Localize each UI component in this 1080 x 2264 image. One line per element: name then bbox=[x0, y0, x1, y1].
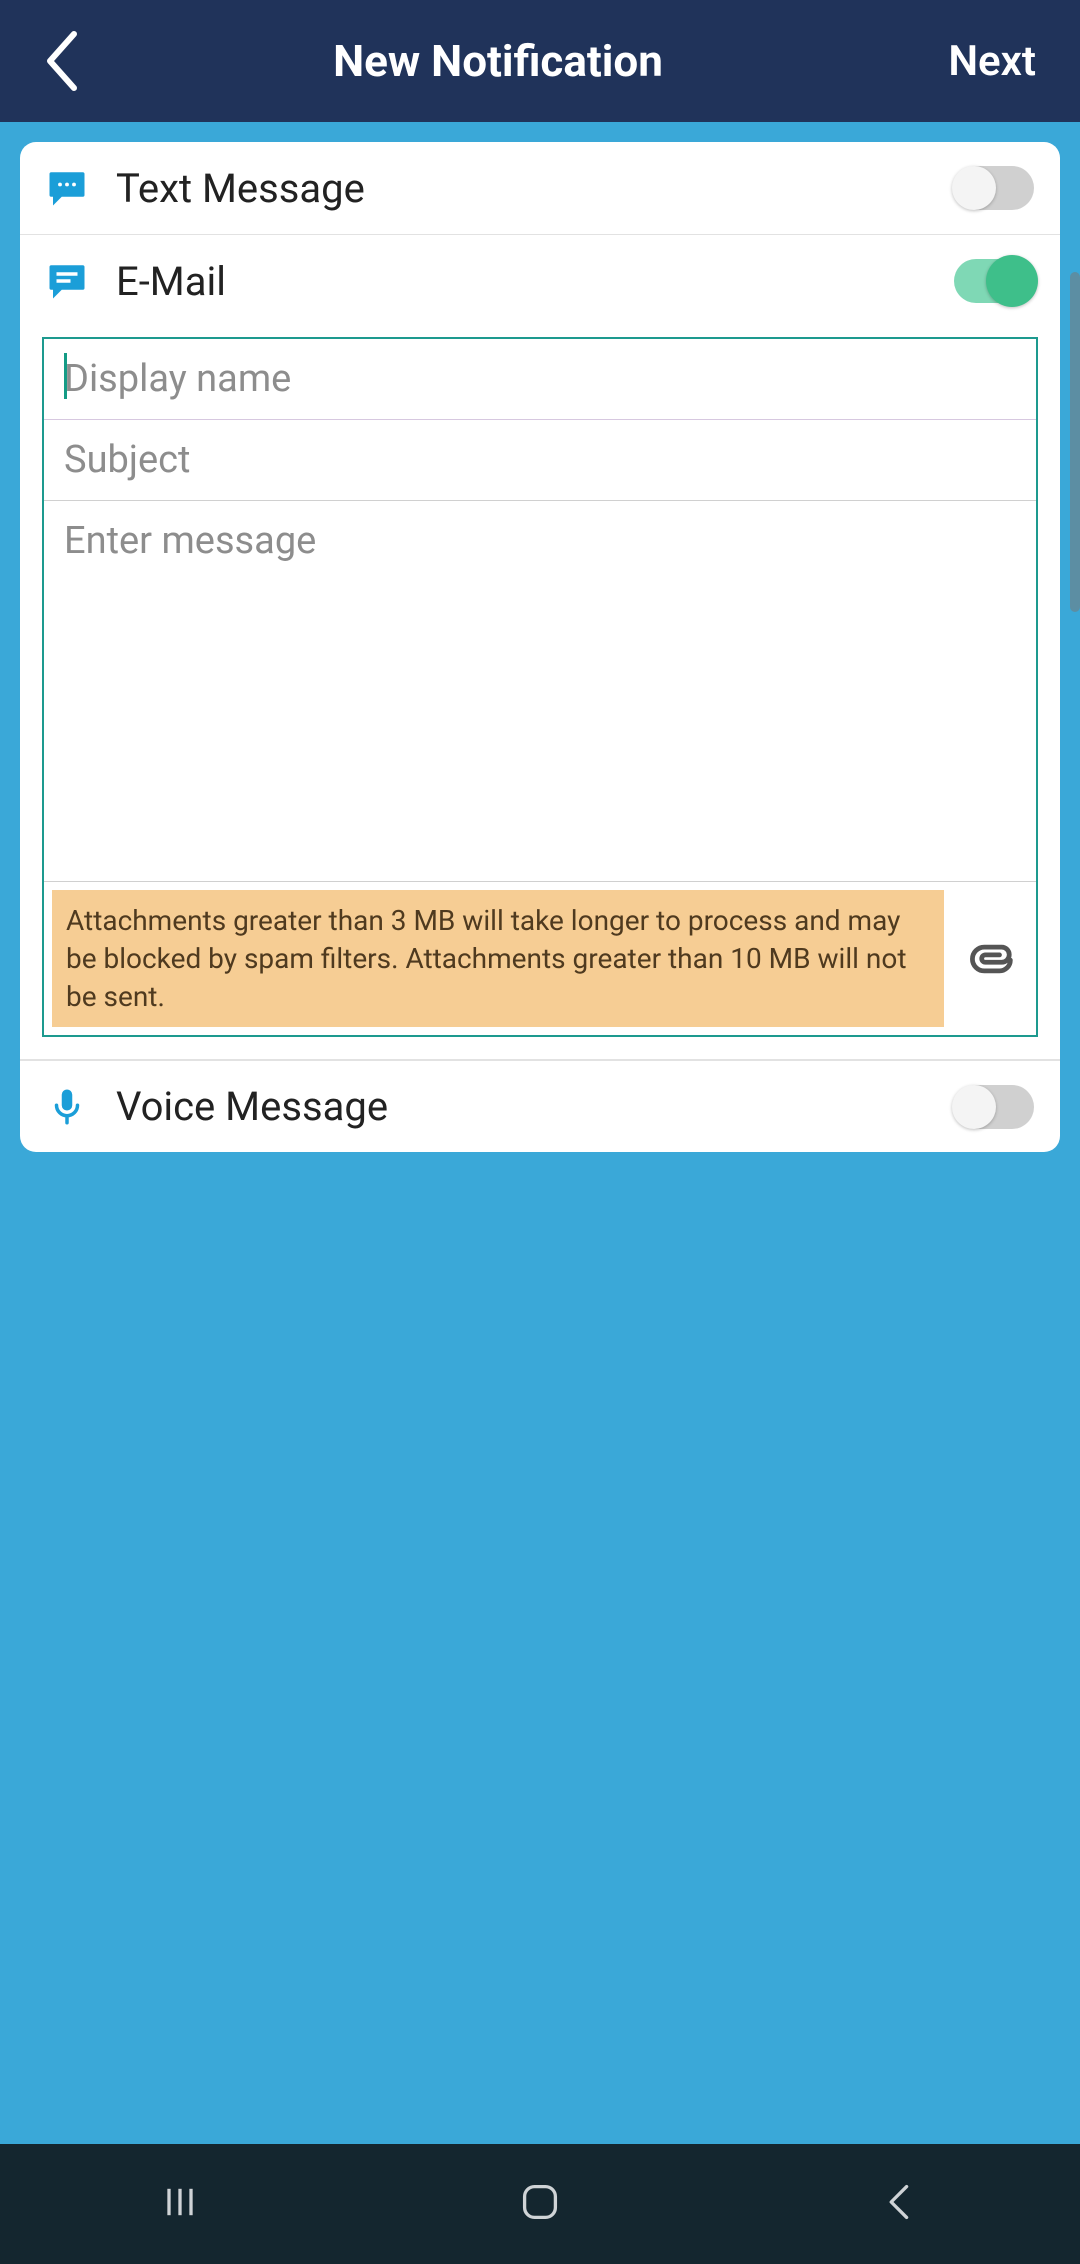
recents-button[interactable] bbox=[158, 2180, 202, 2228]
app-header: New Notification Next bbox=[0, 0, 1080, 122]
email-toggle[interactable] bbox=[954, 259, 1034, 303]
attachment-row: Attachments greater than 3 MB will take … bbox=[44, 881, 1036, 1035]
voice-message-icon bbox=[46, 1086, 106, 1128]
email-row: E-Mail bbox=[20, 235, 1060, 327]
page-title: New Notification bbox=[80, 35, 916, 87]
next-button[interactable]: Next bbox=[916, 37, 1036, 86]
text-cursor bbox=[64, 353, 67, 399]
voice-message-row: Voice Message bbox=[20, 1060, 1060, 1152]
subject-input[interactable] bbox=[44, 420, 1036, 501]
back-button[interactable] bbox=[44, 31, 80, 91]
text-message-label: Text Message bbox=[106, 165, 954, 212]
email-label: E-Mail bbox=[106, 258, 954, 305]
notification-card: Text Message E-Mail Attachments great bbox=[20, 142, 1060, 1152]
message-input[interactable] bbox=[44, 501, 1036, 881]
text-message-row: Text Message bbox=[20, 142, 1060, 234]
text-message-icon bbox=[46, 167, 106, 209]
back-nav-button[interactable] bbox=[878, 2180, 922, 2228]
microphone-icon bbox=[46, 1086, 88, 1128]
home-button[interactable] bbox=[518, 2180, 562, 2228]
chevron-left-icon bbox=[44, 31, 80, 91]
attachment-note: Attachments greater than 3 MB will take … bbox=[52, 890, 944, 1027]
email-section: E-Mail Attachments greater than 3 MB wil… bbox=[20, 234, 1060, 1060]
voice-message-label: Voice Message bbox=[106, 1083, 954, 1130]
system-navbar bbox=[0, 2144, 1080, 2264]
attachment-button[interactable] bbox=[958, 933, 1028, 985]
paperclip-icon bbox=[967, 933, 1019, 985]
voice-message-toggle[interactable] bbox=[954, 1085, 1034, 1129]
scroll-indicator bbox=[1070, 272, 1080, 612]
content-area: Text Message E-Mail Attachments great bbox=[0, 122, 1080, 2144]
text-message-toggle[interactable] bbox=[954, 166, 1034, 210]
email-form: Attachments greater than 3 MB will take … bbox=[42, 337, 1038, 1037]
display-name-input[interactable] bbox=[44, 339, 1036, 420]
email-icon bbox=[46, 260, 106, 302]
